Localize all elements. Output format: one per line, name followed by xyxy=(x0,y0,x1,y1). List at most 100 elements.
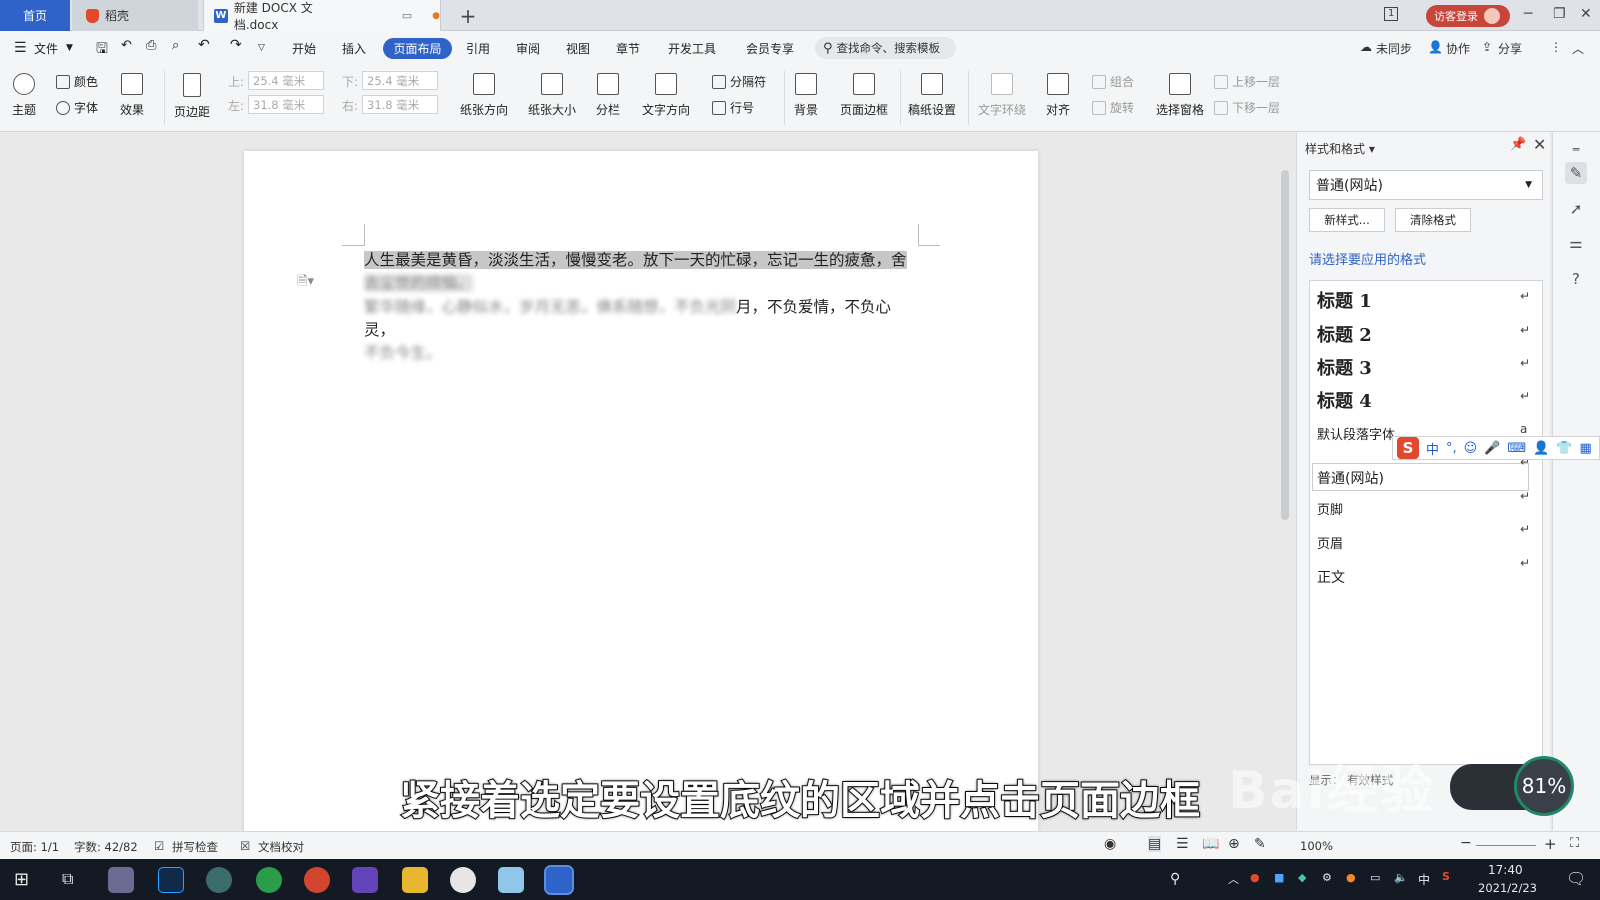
menu-dev-tools[interactable]: 开发工具 xyxy=(668,40,716,57)
menu-reference[interactable]: 引用 xyxy=(466,40,490,57)
save-icon[interactable]: 🖫 xyxy=(96,38,108,62)
send-backward-button[interactable]: 下移一层 xyxy=(1214,99,1280,116)
menu-review[interactable]: 审阅 xyxy=(516,40,540,57)
people-icon[interactable]: ⚲ xyxy=(1170,871,1180,887)
paragraph-handle-icon[interactable]: 🗎▾ xyxy=(297,272,314,294)
new-style-button[interactable]: 新样式... xyxy=(1309,208,1385,232)
quick-access-dropdown-icon[interactable]: ▽ xyxy=(258,43,265,53)
style-heading-2[interactable]: 标题 2 xyxy=(1317,321,1372,347)
app-icon-notes[interactable] xyxy=(498,867,524,893)
spell-check-icon[interactable]: ☑ xyxy=(154,839,164,853)
menu-member[interactable]: 会员专享 xyxy=(746,40,794,57)
selected-text-blurred[interactable]: 去尘世的烦恼。 xyxy=(364,274,473,292)
ime-indicator[interactable]: 中 xyxy=(1418,871,1430,888)
reading-view-icon[interactable]: 📖 xyxy=(1202,836,1219,852)
restore-button[interactable]: ❐ xyxy=(1553,6,1566,22)
zoom-out-icon[interactable]: − xyxy=(1460,835,1472,851)
zoom-slider[interactable] xyxy=(1476,845,1536,846)
menu-page-layout[interactable]: 页面布局 xyxy=(383,38,452,59)
web-view-icon[interactable]: ⊕ xyxy=(1228,836,1240,852)
new-tab-button[interactable]: + xyxy=(456,0,480,31)
text-direction-button[interactable]: 文字方向 xyxy=(642,73,690,118)
edit-pen-icon[interactable]: ✎ xyxy=(1565,162,1587,184)
right-margin-input[interactable]: 31.8 毫米 xyxy=(362,95,438,114)
close-panel-button[interactable]: ✕ xyxy=(1533,135,1546,154)
network-icon[interactable]: ▭ xyxy=(1370,871,1380,884)
paragraph-1[interactable]: 人生最美是黄昏，淡淡生活，慢慢变老。放下一天的忙碌，忘记一生的疲惫，舍 去尘世的… xyxy=(364,249,918,295)
outline-view-icon[interactable]: ☰ xyxy=(1176,836,1189,852)
align-button[interactable]: 对齐 xyxy=(1046,73,1070,118)
styles-panel-title[interactable]: 样式和格式 ▾ xyxy=(1305,140,1375,157)
line-number-button[interactable]: 行号 xyxy=(712,99,754,116)
menu-chapter[interactable]: 章节 xyxy=(616,40,640,57)
chevron-down-icon[interactable]: ▼ xyxy=(66,43,73,53)
text-wrap-button[interactable]: 文字环绕 xyxy=(978,73,1026,118)
page-border-button[interactable]: 页面边框 xyxy=(840,73,888,118)
draft-settings-button[interactable]: 稿纸设置 xyxy=(908,73,956,118)
export-icon[interactable]: ↶ xyxy=(121,38,132,53)
app-icon-screenshot[interactable] xyxy=(108,867,134,893)
more-icon[interactable]: ⋮ xyxy=(1550,40,1562,54)
eye-protection-icon[interactable]: ◉ xyxy=(1104,836,1116,852)
style-normal-web[interactable]: 普通(网站) xyxy=(1317,468,1384,488)
microphone-icon[interactable]: 🎤 xyxy=(1484,441,1500,456)
share-icon[interactable]: ⇪ xyxy=(1482,40,1492,54)
redo-icon[interactable]: ↷ xyxy=(230,37,242,53)
menu-view[interactable]: 视图 xyxy=(566,40,590,57)
clock-date[interactable]: 2021/2/23 xyxy=(1478,881,1537,895)
effect-button[interactable]: 效果 xyxy=(120,73,144,118)
proof-icon[interactable]: ☒ xyxy=(240,839,250,853)
sync-status[interactable]: 未同步 xyxy=(1376,40,1412,57)
menu-start[interactable]: 开始 xyxy=(292,40,316,57)
guest-login-button[interactable]: 访客登录 xyxy=(1426,5,1510,27)
zoom-level[interactable]: 100% xyxy=(1300,839,1333,853)
left-margin-input[interactable]: 31.8 毫米 xyxy=(248,95,324,114)
margin-button[interactable]: 页边距 xyxy=(174,73,210,120)
app-icon-a[interactable] xyxy=(450,867,476,893)
selection-pane-button[interactable]: 选择窗格 xyxy=(1156,73,1204,118)
proofread-button[interactable]: 文档校对 xyxy=(258,839,304,855)
background-button[interactable]: 背景 xyxy=(794,73,818,118)
print-icon[interactable]: ⎙ xyxy=(146,38,156,53)
windows-start-icon[interactable]: ⊞ xyxy=(14,869,29,890)
close-window-button[interactable]: ✕ xyxy=(1580,6,1592,22)
tray-app-icon[interactable]: ● xyxy=(1250,871,1260,884)
style-heading-4[interactable]: 标题 4 xyxy=(1317,387,1372,413)
selected-text[interactable]: 人生最美是黄昏，淡淡生活，慢慢变老。放下一天的忙碌，忘记一生的疲惫，舍 xyxy=(364,251,907,269)
chrome-icon-2[interactable] xyxy=(304,867,330,893)
ime-toolbar[interactable]: S 中 °, ☺ 🎤 ⌨ 👤 👕 ▦ xyxy=(1392,436,1600,460)
orientation-button[interactable]: 纸张方向 xyxy=(460,73,508,118)
task-view-icon[interactable]: ⧉ xyxy=(62,869,73,889)
minimize-button[interactable]: ─ xyxy=(1524,6,1532,22)
punctuation-icon[interactable]: °, xyxy=(1446,441,1457,456)
color-button[interactable]: 颜色 xyxy=(56,73,98,90)
rotate-button[interactable]: 旋转 xyxy=(1092,99,1134,116)
vertical-scrollbar[interactable] xyxy=(1280,138,1290,828)
style-header[interactable]: 页眉 xyxy=(1317,533,1343,552)
group-button[interactable]: 组合 xyxy=(1092,73,1134,90)
style-body[interactable]: 正文 xyxy=(1317,567,1345,587)
paper-size-button[interactable]: 纸张大小 xyxy=(528,73,576,118)
spell-check-button[interactable]: 拼写检查 xyxy=(172,839,218,855)
menu-lines-icon[interactable]: ═ xyxy=(1565,138,1587,160)
separator-button[interactable]: 分隔符 xyxy=(712,73,766,90)
user-icon[interactable]: 👤 xyxy=(1533,441,1549,456)
tray-app-icon[interactable]: ■ xyxy=(1274,871,1284,884)
write-mode-icon[interactable]: ✎ xyxy=(1254,836,1266,852)
bring-forward-button[interactable]: 上移一层 xyxy=(1214,73,1280,90)
grid-icon[interactable]: ▦ xyxy=(1580,441,1592,456)
cloud-sync-icon[interactable]: ☁ xyxy=(1360,40,1372,54)
cursor-icon[interactable]: ➚ xyxy=(1565,198,1587,220)
tray-app-icon[interactable]: ⚙ xyxy=(1322,871,1332,884)
hamburger-icon[interactable]: ☰ xyxy=(14,40,27,56)
sliders-icon[interactable]: ⚌ xyxy=(1565,232,1587,254)
wps-writer-icon[interactable] xyxy=(544,865,574,895)
top-margin-input[interactable]: 25.4 毫米 xyxy=(248,71,324,90)
paragraph-2[interactable]: 繁华随缘，心静似水，岁月无恙，佛系随想，不负光阴月，不负爱情，不负心灵， 不负今… xyxy=(364,296,918,365)
print-preview-icon[interactable]: ⌕ xyxy=(172,38,179,53)
tab-home[interactable]: 首页 xyxy=(0,0,70,31)
notification-icon[interactable]: 🗨 xyxy=(1566,869,1586,888)
command-search-box[interactable]: ⚲ 查找命令、搜索模板 xyxy=(815,37,956,59)
pin-icon[interactable]: 📌 xyxy=(1510,137,1526,152)
app-icon-network[interactable] xyxy=(206,867,232,893)
